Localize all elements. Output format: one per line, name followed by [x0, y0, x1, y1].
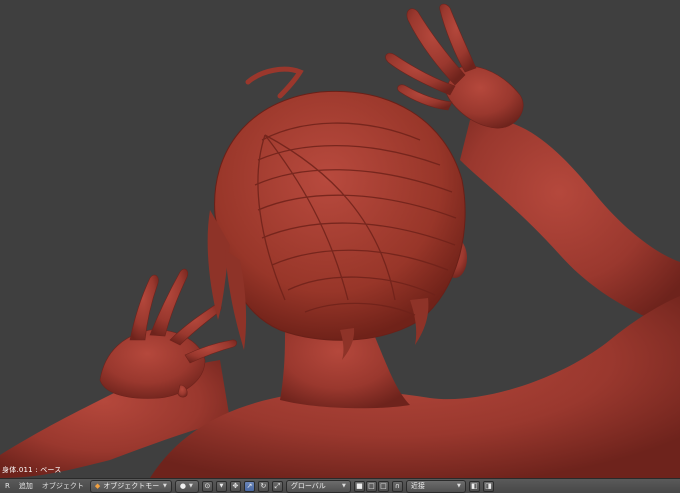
- translate-icon: ↗: [246, 482, 253, 490]
- magnet-icon: ∩: [394, 482, 400, 490]
- mode-label: オブジェクトモード: [103, 482, 161, 490]
- manipulator-icon: ✥: [232, 482, 239, 490]
- object-info-label: 身体.011 : ベース: [2, 466, 62, 474]
- layer-buttons: ■ □ □: [353, 480, 389, 492]
- pivot-point-icon: ⊙: [204, 482, 211, 490]
- viewport-header: R 追加 オブジェクト ◆ オブジェクトモード ▼ ● ▼ ⊙ ▼ ✥ ↗ ↻ …: [0, 478, 680, 493]
- layer-icon: □: [368, 482, 375, 490]
- snap-toggle[interactable]: ∩: [391, 480, 403, 492]
- chevron-down-icon: ▼: [219, 483, 224, 489]
- shading-dropdown[interactable]: ● ▼: [174, 479, 199, 493]
- solid-shading-icon: ●: [179, 482, 186, 490]
- render-options-button[interactable]: ◨: [482, 480, 494, 492]
- sculpt-model-render: [0, 3, 680, 478]
- editor-type-label[interactable]: R: [2, 482, 13, 490]
- hair: [207, 66, 466, 360]
- render-camera-icon: ◧: [471, 482, 478, 490]
- menu-object[interactable]: オブジェクト: [39, 481, 87, 491]
- rotate-button[interactable]: ↻: [257, 480, 269, 492]
- mode-dropdown[interactable]: ◆ オブジェクトモード ▼: [89, 479, 172, 493]
- scale-button[interactable]: ⤢: [271, 480, 283, 492]
- layer-icon: ■: [356, 482, 363, 490]
- rotate-icon: ↻: [260, 482, 267, 490]
- chevron-down-icon: ▼: [342, 483, 346, 489]
- chevron-down-icon: ▼: [163, 483, 167, 489]
- layer-button[interactable]: □: [377, 480, 389, 492]
- layer-button[interactable]: ■: [353, 480, 365, 492]
- translate-button[interactable]: ↗: [243, 480, 255, 492]
- menu-add[interactable]: 追加: [16, 481, 36, 491]
- chevron-down-icon: ▼: [188, 483, 193, 489]
- layer-button[interactable]: □: [365, 480, 377, 492]
- manipulator-toggle[interactable]: ✥: [229, 480, 241, 492]
- layer-icon: □: [380, 482, 387, 490]
- snap-target-label: 近接: [410, 482, 425, 490]
- chevron-down-icon: ▼: [457, 483, 461, 489]
- render-button[interactable]: ◧: [468, 480, 480, 492]
- 3d-viewport[interactable]: 身体.011 : ベース: [0, 0, 680, 478]
- render-camera-icon: ◨: [485, 482, 492, 490]
- orientation-label: グローバル: [290, 482, 326, 490]
- transform-orientation-dropdown[interactable]: グローバル ▼: [285, 479, 351, 493]
- snap-target-dropdown[interactable]: 近接 ▼: [405, 479, 466, 493]
- pivot-dropdown[interactable]: ▼: [215, 480, 227, 492]
- right-arm: [460, 118, 680, 330]
- pivot-point-button[interactable]: ⊙: [201, 480, 213, 492]
- scale-icon: ⤢: [274, 481, 281, 490]
- object-mode-icon: ◆: [94, 482, 101, 490]
